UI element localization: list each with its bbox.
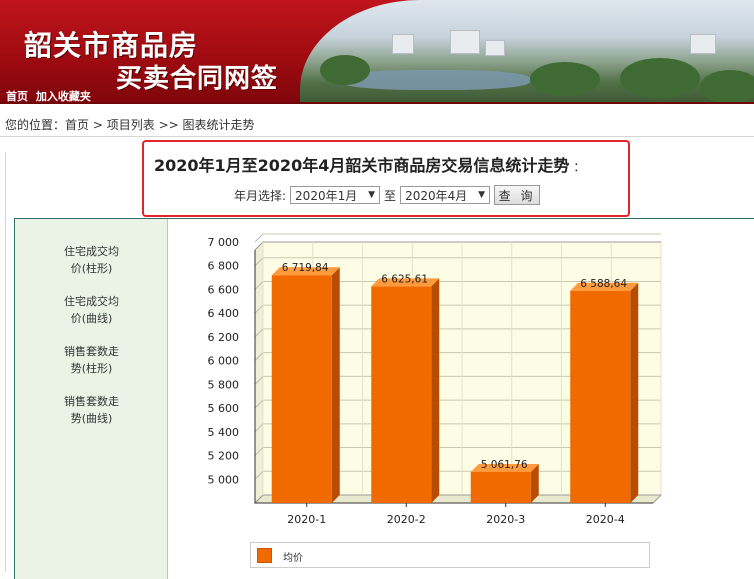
bar-value-label: 6 625,61 — [381, 273, 428, 285]
y-tick-label: 6 800 — [208, 260, 240, 273]
month-selector-row: 年月选择: 2020年1月 ▼ 至 2020年4月 ▼ 查 询 — [234, 185, 541, 205]
bar-value-label: 6 588,64 — [580, 278, 627, 290]
breadcrumb: 您的位置：首页 > 项目列表 >> 图表统计走势 — [5, 116, 255, 133]
page-title-text: 2020年1月至2020年4月韶关市商品房交易信息统计走势 — [154, 156, 570, 175]
y-tick-label: 5 800 — [208, 378, 240, 391]
y-tick-label: 5 200 — [208, 450, 240, 463]
breadcrumb-home[interactable]: 首页 — [65, 118, 89, 132]
legend-swatch — [257, 548, 272, 563]
bar-side — [331, 267, 340, 503]
end-month-value: 2020年4月 — [405, 188, 468, 203]
x-tick-label: 2020-3 — [486, 513, 525, 526]
plot-side-wall — [254, 240, 264, 505]
banner-title-line2: 买卖合同网签 — [116, 64, 279, 94]
y-tick-label: 6 000 — [208, 355, 240, 368]
dropdown-arrow-icon: ▼ — [368, 190, 376, 200]
menu-item-line1: 住宅成交均 — [64, 245, 119, 258]
breadcrumb-sep: > — [158, 118, 169, 132]
query-button[interactable]: 查 询 — [494, 185, 541, 205]
breadcrumb-sep: > — [168, 118, 179, 132]
month-select-label: 年月选择: — [234, 188, 287, 203]
chart-legend: 均价 — [250, 542, 650, 568]
price-bar-chart: 7 000 6 800 6 600 6 400 6 200 6 000 5 800 5 600… — [208, 233, 663, 526]
menu-item-line1: 住宅成交均 — [64, 295, 119, 308]
gridline-depth — [254, 233, 264, 243]
y-tick-label: 5 400 — [208, 426, 240, 439]
menu-item-sales-bar[interactable]: 销售套数走 势(柱形) — [15, 343, 168, 377]
menu-item-price-line[interactable]: 住宅成交均 价(曲线) — [15, 293, 168, 327]
y-tick-label: 5 600 — [208, 402, 240, 415]
x-tick-label: 2020-1 — [287, 513, 326, 526]
end-month-select[interactable]: 2020年4月 ▼ — [400, 186, 491, 204]
start-month-value: 2020年1月 — [295, 188, 358, 203]
bar — [271, 275, 332, 503]
bar-value-label: 5 061,76 — [481, 459, 528, 471]
menu-item-sales-line[interactable]: 销售套数走 势(曲线) — [15, 393, 168, 427]
breadcrumb-project-list[interactable]: 项目列表 — [107, 118, 155, 132]
y-tick-label: 5 000 — [208, 473, 240, 486]
start-month-select[interactable]: 2020年1月 ▼ — [290, 186, 381, 204]
y-tick-label: 7 000 — [208, 236, 240, 249]
menu-item-line2: 价(曲线) — [70, 312, 113, 325]
bar-value-label: 6 719,84 — [282, 262, 329, 274]
menu-item-line2: 价(柱形) — [70, 262, 113, 275]
dropdown-arrow-icon: ▼ — [478, 190, 486, 200]
bar — [371, 286, 432, 503]
site-banner: 韶关市商品房 买卖合同网签 首页 加入收藏夹 — [0, 0, 754, 104]
menu-item-line1: 销售套数走 — [64, 345, 119, 358]
x-tick-label: 2020-2 — [387, 513, 426, 526]
left-rule — [5, 152, 6, 572]
title-suffix: ： — [573, 160, 586, 174]
y-tick-label: 6 200 — [208, 331, 240, 344]
x-tick-label: 2020-4 — [586, 513, 625, 526]
legend-label: 均价 — [283, 553, 303, 564]
breadcrumb-chart-trend[interactable]: 图表统计走势 — [183, 118, 255, 132]
to-label: 至 — [384, 188, 397, 203]
bar-side — [431, 278, 440, 503]
bar — [470, 471, 531, 503]
y-tick-label: 6 600 — [208, 283, 240, 296]
menu-item-price-bar[interactable]: 住宅成交均 价(柱形) — [15, 243, 168, 277]
banner-divider — [0, 102, 754, 104]
bar — [570, 290, 631, 503]
breadcrumb-divider — [0, 136, 754, 137]
breadcrumb-sep: > — [92, 118, 103, 132]
menu-item-line2: 势(柱形) — [70, 362, 113, 375]
bar-side — [630, 282, 639, 503]
y-tick-label: 6 400 — [208, 307, 240, 320]
chart-type-menu: 住宅成交均 价(柱形) 住宅成交均 价(曲线) 销售套数走 势(柱形) 销售套数… — [15, 219, 168, 579]
breadcrumb-prefix: 您的位置： — [5, 118, 66, 132]
query-panel: 2020年1月至2020年4月韶关市商品房交易信息统计走势： 年月选择: 202… — [142, 140, 630, 217]
city-photo — [300, 0, 754, 104]
page-title: 2020年1月至2020年4月韶关市商品房交易信息统计走势： — [154, 152, 622, 176]
menu-item-line1: 销售套数走 — [64, 395, 119, 408]
menu-item-line2: 势(曲线) — [70, 412, 113, 425]
